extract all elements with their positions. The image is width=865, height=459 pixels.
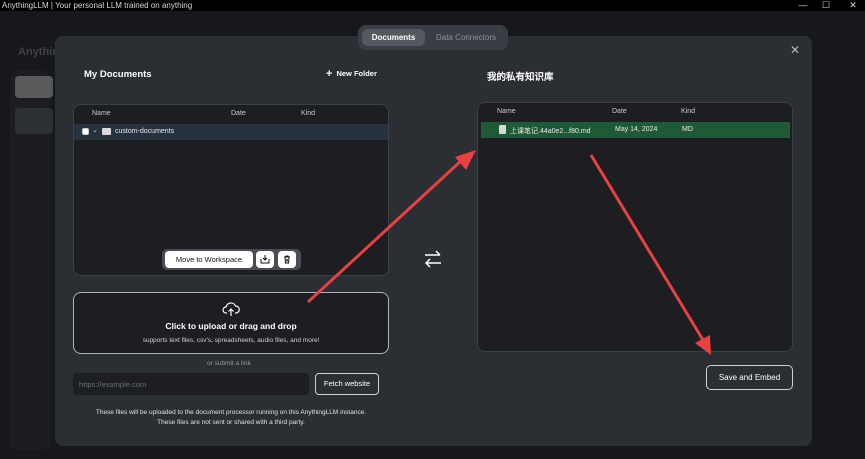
- new-folder-button[interactable]: + New Folder: [326, 68, 377, 80]
- minimize-button[interactable]: —: [796, 0, 810, 11]
- close-window-button[interactable]: ✕: [846, 0, 860, 11]
- upload-title: Click to upload or drag and drop: [165, 321, 297, 331]
- column-name: Name: [92, 110, 111, 117]
- new-folder-label: New Folder: [336, 69, 377, 78]
- modal-tabs: Documents Data Connectors: [358, 25, 508, 50]
- column-date: Date: [231, 110, 246, 117]
- column-name: Name: [497, 108, 516, 115]
- folder-icon: [102, 128, 111, 135]
- my-documents-title: My Documents: [84, 69, 152, 80]
- upload-note-line1: These files will be uploaded to the docu…: [95, 409, 367, 416]
- upload-note-line2: These files are not sent or shared with …: [157, 419, 305, 426]
- move-to-workspace-button[interactable]: Move to Workspace: [165, 251, 253, 268]
- folder-row[interactable]: ⌄ custom-documents: [74, 124, 388, 140]
- new-workspace-button: [15, 76, 53, 98]
- file-kind: MD: [682, 126, 693, 133]
- column-kind: Kind: [301, 110, 316, 117]
- workspace-documents-panel: Name Date Kind 上课笔记.44a0e2...f80.md May …: [477, 102, 793, 352]
- or-submit-link-label: or submit a link: [207, 360, 251, 367]
- workspace-title: 我的私有知识库: [487, 72, 554, 83]
- trash-icon[interactable]: [278, 251, 296, 268]
- maximize-button[interactable]: ☐: [819, 0, 833, 11]
- file-date: May 14, 2024: [615, 126, 658, 133]
- window-titlebar: AnythingLLM | Your personal LLM trained …: [0, 0, 865, 11]
- row-checkbox[interactable]: [82, 128, 89, 135]
- chevron-down-icon[interactable]: ⌄: [92, 126, 98, 134]
- workspace-file-row[interactable]: 上课笔记.44a0e2...f80.md May 14, 2024 MD: [481, 122, 790, 138]
- column-kind: Kind: [681, 108, 696, 115]
- embed-icon[interactable]: [256, 251, 274, 268]
- tab-data-connectors[interactable]: Data Connectors: [428, 29, 504, 46]
- save-and-embed-button[interactable]: Save and Embed: [706, 365, 793, 390]
- close-icon[interactable]: ✕: [790, 43, 800, 57]
- fetch-website-button[interactable]: Fetch website: [315, 373, 379, 395]
- folder-name: custom-documents: [115, 128, 175, 135]
- window-title: AnythingLLM | Your personal LLM trained …: [2, 1, 193, 10]
- plus-icon: +: [326, 68, 333, 80]
- file-name: 上课笔记.44a0e2...f80.md: [510, 128, 591, 135]
- document-actions-bar: Move to Workspace: [162, 249, 301, 270]
- tab-documents[interactable]: Documents: [362, 29, 425, 46]
- upload-dropzone[interactable]: Click to upload or drag and drop support…: [73, 292, 389, 354]
- swap-arrows-icon: [424, 250, 441, 268]
- url-input[interactable]: [73, 373, 309, 395]
- column-date: Date: [612, 108, 627, 115]
- cloud-upload-icon: [222, 302, 240, 316]
- workspace-item: [15, 108, 53, 134]
- file-icon: [499, 125, 506, 134]
- upload-subtitle: supports text files, csv's, spreadsheets…: [142, 337, 320, 344]
